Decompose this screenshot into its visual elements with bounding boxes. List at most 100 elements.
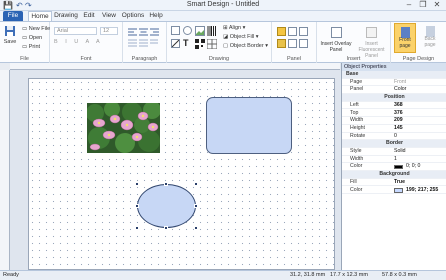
property-value[interactable]: 0 xyxy=(394,133,397,141)
brush-icon[interactable] xyxy=(299,27,308,36)
open-label: Open xyxy=(28,35,43,41)
object-border-button[interactable]: ▢ Object Border ▾ xyxy=(223,43,268,49)
object-fill-button[interactable]: ◪ Object Fill ▾ xyxy=(223,34,258,40)
barcode-tool-icon[interactable] xyxy=(207,26,217,38)
property-key: Style xyxy=(350,148,362,154)
minimize-button[interactable]: – xyxy=(402,0,416,10)
resize-handle-ne[interactable] xyxy=(194,182,198,186)
close-button[interactable]: ✕ xyxy=(430,0,444,10)
property-row[interactable]: Top 376 xyxy=(342,110,446,118)
property-value[interactable]: 376 xyxy=(394,110,403,118)
ellipse-tool-icon[interactable] xyxy=(183,26,192,35)
resize-handle-e[interactable] xyxy=(194,204,198,208)
pencil-icon[interactable] xyxy=(277,27,286,36)
panel-group: Panel xyxy=(272,22,317,63)
resize-handle-n[interactable] xyxy=(164,182,168,186)
property-row[interactable]: Left 368 xyxy=(342,102,446,110)
fill-icon[interactable] xyxy=(277,39,286,48)
property-key: Fill xyxy=(350,178,357,185)
save-button[interactable]: Save xyxy=(3,25,17,45)
resize-handle-s[interactable] xyxy=(164,226,168,230)
property-row[interactable]: Page Front xyxy=(342,79,446,87)
property-value[interactable]: 199; 217; 255 xyxy=(406,187,438,195)
font-style-buttons[interactable]: B I U A A xyxy=(54,39,103,45)
property-row[interactable]: Fill True xyxy=(342,179,446,187)
property-key: Rotate xyxy=(350,132,366,139)
window-title: Smart Design - Untitled xyxy=(186,1,260,8)
rounded-rectangle-shape[interactable] xyxy=(206,97,292,154)
section-label: Border xyxy=(385,140,403,147)
resize-handle-w[interactable] xyxy=(135,204,139,208)
front-page-label: Front page xyxy=(399,37,411,49)
property-section: Position xyxy=(342,94,446,102)
property-row[interactable]: Width 1 xyxy=(342,156,446,164)
rectangle-tool-icon[interactable] xyxy=(171,26,180,35)
property-value[interactable]: 0; 0; 0 xyxy=(406,163,420,171)
property-value[interactable]: Front xyxy=(394,79,406,87)
property-key: Color xyxy=(350,163,363,170)
tab-home[interactable]: Home xyxy=(28,11,52,21)
water-lily-image[interactable] xyxy=(87,103,160,153)
image-tool-icon[interactable] xyxy=(195,26,205,38)
open-button[interactable]: ▭ Open xyxy=(22,35,42,41)
ellipse-shape[interactable] xyxy=(137,184,196,228)
resize-handle-sw[interactable] xyxy=(135,226,139,230)
front-page-button[interactable]: Front page xyxy=(394,23,416,53)
tab-edit[interactable]: Edit xyxy=(80,11,98,21)
panel-title: Object Properties xyxy=(342,63,446,71)
resize-handle-nw[interactable] xyxy=(135,182,139,186)
tab-help[interactable]: Help xyxy=(148,11,164,21)
align-left-icon[interactable] xyxy=(128,28,137,38)
color-swatch xyxy=(394,188,403,193)
align-center-icon[interactable] xyxy=(139,28,148,38)
property-row[interactable]: Height 145 xyxy=(342,125,446,133)
page-design-group-label: Page Design xyxy=(402,56,435,62)
property-value[interactable]: True xyxy=(394,179,405,187)
property-key: Top xyxy=(350,109,359,116)
maximize-button[interactable]: ❐ xyxy=(416,0,430,10)
qrcode-tool-icon[interactable] xyxy=(195,39,205,51)
section-label: Base xyxy=(346,71,359,77)
insert-overlay-button[interactable]: Insert Overlay Panel xyxy=(319,41,353,53)
tab-options[interactable]: Options xyxy=(121,11,145,21)
property-row[interactable]: Color 199; 217; 255 xyxy=(342,187,446,195)
print-button[interactable]: ▭ Print xyxy=(22,44,40,50)
property-value[interactable]: 209 xyxy=(394,117,403,125)
property-row[interactable]: Width 209 xyxy=(342,117,446,125)
line-tool-icon[interactable] xyxy=(171,39,180,48)
property-row[interactable]: Panel Color xyxy=(342,86,446,95)
pen-icon[interactable] xyxy=(288,27,297,36)
resize-handle-se[interactable] xyxy=(194,226,198,230)
paragraph-group: Paragraph xyxy=(123,22,167,63)
tab-drawing[interactable]: Drawing xyxy=(54,11,78,21)
font-name-combo[interactable]: Arial xyxy=(54,27,97,35)
property-key: Panel xyxy=(350,86,364,93)
eraser-icon[interactable] xyxy=(288,39,297,48)
drawing-group: T ⊞ Align ▾ ◪ Object Fill ▾ ▢ Object Bor… xyxy=(167,22,272,63)
property-value[interactable]: 145 xyxy=(394,125,403,133)
property-section: Background xyxy=(342,171,446,179)
property-row[interactable]: Rotate 0 xyxy=(342,133,446,141)
insert-group: Insert Overlay Panel Insert Fluorescent … xyxy=(317,22,391,63)
new-file-button[interactable]: ▭ New File xyxy=(22,26,50,32)
property-row[interactable]: Color 0; 0; 0 xyxy=(342,163,446,172)
property-key: Height xyxy=(350,124,365,131)
tab-file[interactable]: File xyxy=(3,11,23,21)
select-icon[interactable] xyxy=(299,39,308,48)
align-button[interactable]: ⊞ Align ▾ xyxy=(223,25,245,31)
section-label: Background xyxy=(379,171,410,178)
font-size-combo[interactable]: 12 xyxy=(100,27,118,35)
property-row[interactable]: Style Solid xyxy=(342,148,446,156)
property-value[interactable]: Color xyxy=(394,86,406,94)
cursor-position: 31.2, 31.8 mm xyxy=(290,272,326,278)
property-value[interactable]: 368 xyxy=(394,102,403,110)
grid-tool-icon[interactable] xyxy=(206,38,218,51)
align-right-icon[interactable] xyxy=(150,28,159,38)
text-tool-icon[interactable]: T xyxy=(183,39,189,48)
tab-view[interactable]: View xyxy=(100,11,118,21)
back-page-button[interactable]: Back page xyxy=(419,23,441,53)
property-key: Width xyxy=(350,117,364,124)
valign-icon[interactable] xyxy=(128,39,158,49)
property-value[interactable]: 1 xyxy=(394,156,397,164)
property-value[interactable]: Solid xyxy=(394,148,406,156)
